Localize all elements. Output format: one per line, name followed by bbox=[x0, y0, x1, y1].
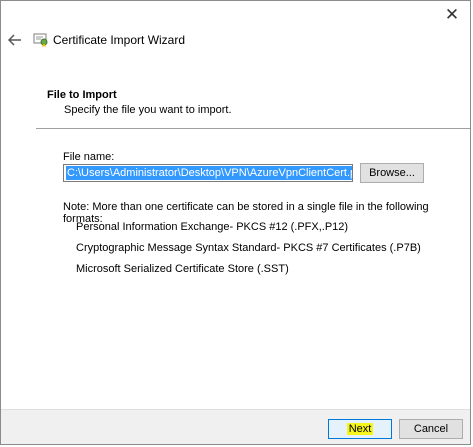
close-icon: ✕ bbox=[444, 5, 460, 24]
format-item-pfx: Personal Information Exchange- PKCS #12 … bbox=[76, 221, 349, 233]
file-name-label: File name: bbox=[63, 151, 115, 163]
browse-button[interactable]: Browse... bbox=[360, 163, 424, 183]
file-name-value: C:\Users\Administrator\Desktop\VPN\Azure… bbox=[66, 166, 352, 180]
next-button-label: Next bbox=[346, 423, 374, 435]
format-item-sst: Microsoft Serialized Certificate Store (… bbox=[76, 263, 289, 275]
wizard-window: ✕ Certificate Import Wizard File to Impo… bbox=[0, 0, 471, 445]
certificate-icon bbox=[33, 33, 48, 47]
cancel-button[interactable]: Cancel bbox=[399, 419, 463, 439]
window-title: Certificate Import Wizard bbox=[53, 33, 186, 47]
next-button[interactable]: Next bbox=[328, 419, 392, 439]
format-item-p7b: Cryptographic Message Syntax Standard- P… bbox=[76, 242, 421, 254]
back-button[interactable] bbox=[5, 31, 25, 49]
file-name-input[interactable]: C:\Users\Administrator\Desktop\VPN\Azure… bbox=[63, 164, 353, 182]
section-title: File to Import bbox=[47, 89, 117, 101]
section-subtitle: Specify the file you want to import. bbox=[64, 104, 232, 116]
back-arrow-icon bbox=[8, 34, 21, 46]
close-button[interactable]: ✕ bbox=[434, 1, 470, 29]
header-divider bbox=[36, 128, 470, 129]
